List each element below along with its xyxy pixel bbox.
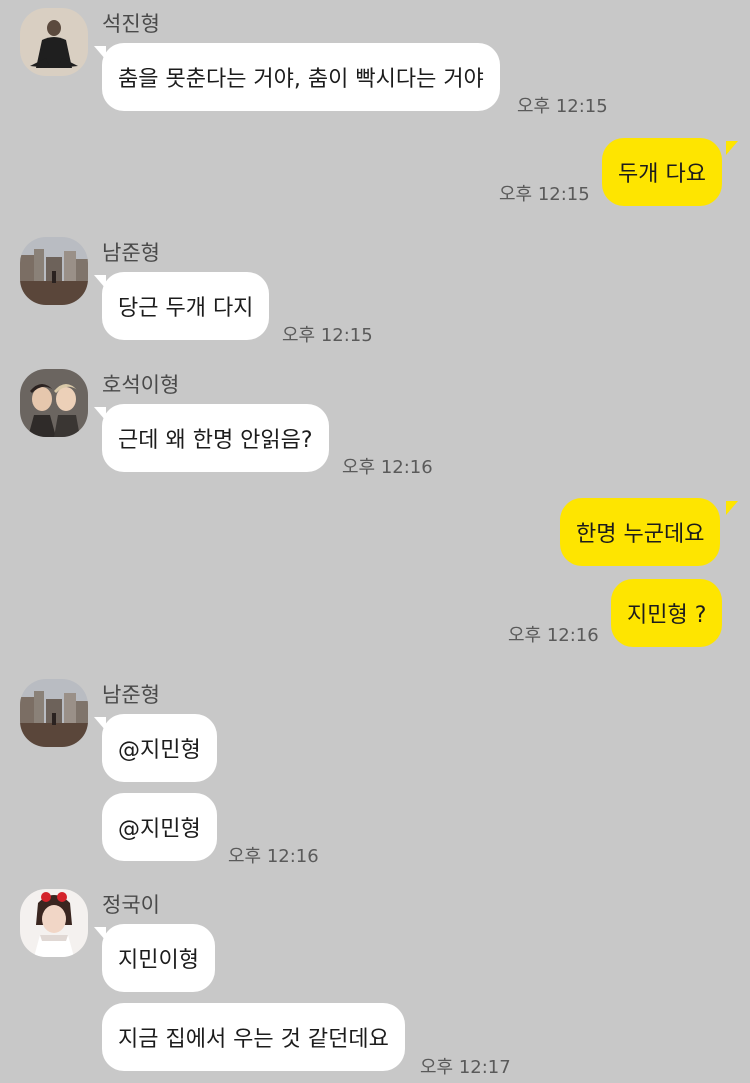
message-text: 두개 다요 xyxy=(618,162,706,187)
avatar-seokjin[interactable] xyxy=(20,8,88,76)
avatar-namjoon[interactable] xyxy=(20,679,88,747)
sender-name: 정국이 xyxy=(102,893,160,917)
sender-name: 호석이형 xyxy=(102,373,180,397)
message-time: 오후 12:16 xyxy=(228,846,319,867)
message-bubble-outgoing[interactable]: 두개 다요 xyxy=(602,138,722,206)
message-bubble-outgoing[interactable]: 한명 누군데요 xyxy=(560,498,721,566)
message-text: 춤을 못춘다는 거야, 춤이 빡시다는 거야 xyxy=(118,67,484,92)
message-text: 한명 누군데요 xyxy=(576,522,705,547)
message-time: 오후 12:15 xyxy=(499,184,590,205)
message-text: 당근 두개 다지 xyxy=(118,296,254,321)
bubble-tail xyxy=(726,501,738,515)
message-text: @지민형 xyxy=(118,738,201,763)
message-time: 오후 12:16 xyxy=(508,625,599,646)
message-time: 오후 12:15 xyxy=(517,96,608,117)
avatar-image xyxy=(20,889,88,957)
sender-name: 석진형 xyxy=(102,12,160,36)
message-bubble[interactable]: 춤을 못춘다는 거야, 춤이 빡시다는 거야 xyxy=(102,43,500,111)
message-time: 오후 12:15 xyxy=(282,325,373,346)
message-bubble[interactable]: 당근 두개 다지 xyxy=(102,272,270,340)
avatar-jungkook[interactable] xyxy=(20,889,88,957)
message-text: 지민형 ? xyxy=(627,603,707,628)
message-bubble[interactable]: 근데 왜 한명 안읽음? xyxy=(102,404,329,472)
message-bubble[interactable]: 지민이형 xyxy=(102,924,215,992)
avatar-hoseok[interactable] xyxy=(20,369,88,437)
message-text: 지금 집에서 우는 것 같던데요 xyxy=(118,1027,389,1052)
message-bubble-outgoing[interactable]: 지민형 ? xyxy=(611,579,723,647)
message-bubble[interactable]: 지금 집에서 우는 것 같던데요 xyxy=(102,1003,405,1071)
avatar-image xyxy=(20,369,88,437)
message-time: 오후 12:17 xyxy=(420,1057,511,1078)
message-bubble[interactable]: @지민형 xyxy=(102,793,217,861)
message-time: 오후 12:16 xyxy=(342,457,433,478)
avatar-image xyxy=(20,237,88,305)
avatar-namjoon[interactable] xyxy=(20,237,88,305)
message-text: 지민이형 xyxy=(118,948,199,973)
sender-name: 남준형 xyxy=(102,683,160,707)
avatar-image xyxy=(20,8,88,76)
message-text: 근데 왜 한명 안읽음? xyxy=(118,428,313,453)
bubble-tail xyxy=(726,141,738,155)
message-bubble[interactable]: @지민형 xyxy=(102,714,217,782)
avatar-image xyxy=(20,679,88,747)
sender-name: 남준형 xyxy=(102,241,160,265)
message-text: @지민형 xyxy=(118,817,201,842)
